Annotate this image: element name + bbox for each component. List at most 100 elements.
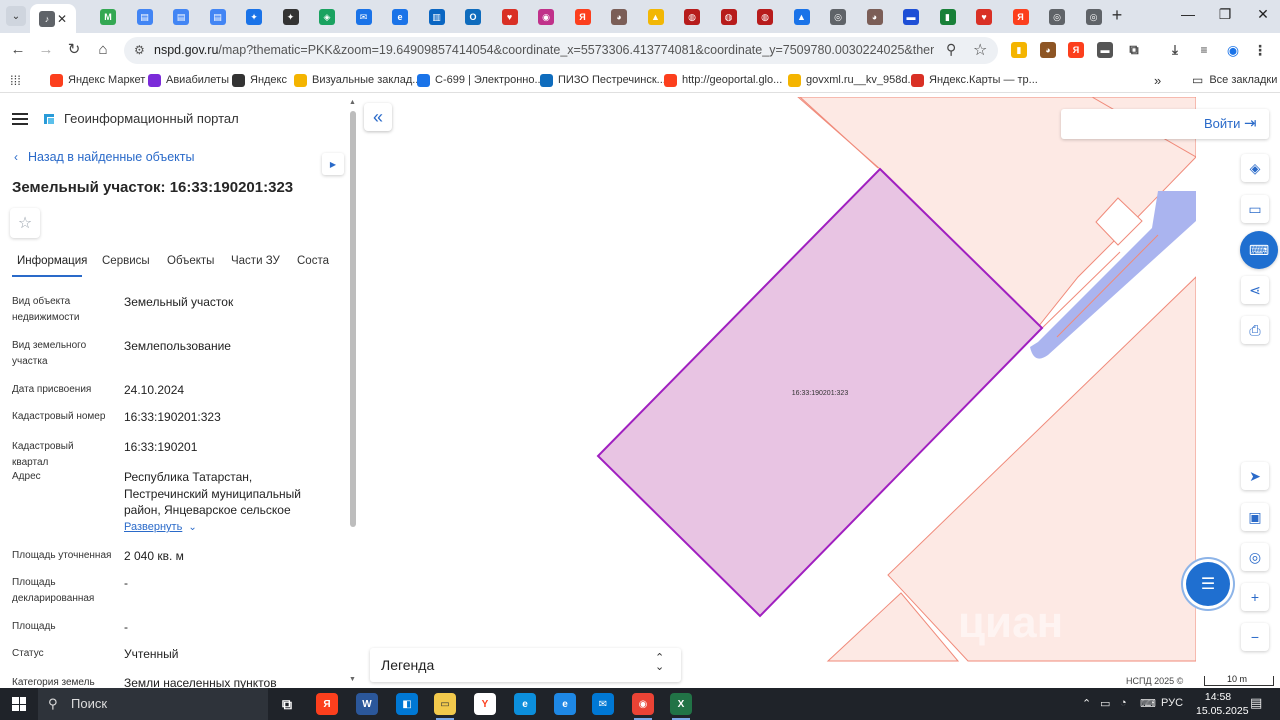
- browser-tab[interactable]: ◎: [820, 4, 856, 30]
- all-bookmarks-button[interactable]: ▭ Все закладки: [1192, 72, 1277, 88]
- browser-tab[interactable]: ▬: [893, 4, 929, 30]
- windows-start-icon[interactable]: [12, 697, 26, 711]
- extensions-puzzle-icon[interactable]: ⧉: [1126, 42, 1142, 58]
- minimap-icon[interactable]: ▣: [1241, 503, 1269, 531]
- explorer-app-icon[interactable]: ▭: [434, 693, 456, 720]
- tray-chevron-icon[interactable]: ⌃: [1082, 697, 1091, 710]
- close-window-button[interactable]: ✕: [1248, 6, 1278, 26]
- media-control-icon[interactable]: ≡: [1196, 42, 1212, 58]
- browser-tab[interactable]: ◍: [711, 4, 747, 30]
- collapse-panel-button[interactable]: «: [364, 103, 392, 131]
- tab-objects[interactable]: Объекты: [167, 255, 214, 267]
- browser-tab[interactable]: ◈: [309, 4, 345, 30]
- expand-legend-icon[interactable]: ⌃ ⌄: [655, 653, 664, 673]
- bookmark-item[interactable]: Яндекс.Карты — тр...: [911, 72, 1038, 88]
- profile-icon[interactable]: ◉: [1225, 42, 1241, 58]
- browser-tab[interactable]: ✉: [346, 4, 382, 30]
- more-bookmarks-chevron-icon[interactable]: »: [1154, 72, 1161, 88]
- tray-network-icon[interactable]: ▭: [1100, 697, 1110, 710]
- extension-bookmark-icon[interactable]: ▮: [1011, 42, 1027, 58]
- bookmark-item[interactable]: Авиабилеты: [148, 72, 229, 88]
- browser-tab[interactable]: ♪ ✕: [30, 4, 76, 33]
- download-icon[interactable]: ⤓: [1167, 42, 1183, 58]
- tab-parts[interactable]: Части ЗУ: [231, 255, 280, 267]
- excel-app-icon[interactable]: X: [670, 693, 692, 720]
- zoom-out-icon[interactable]: −: [1241, 623, 1269, 651]
- task-view-icon[interactable]: ⧉: [276, 693, 298, 715]
- back-icon[interactable]: ←: [8, 40, 28, 60]
- extension-yandex-icon[interactable]: Я: [1068, 42, 1084, 58]
- bookmark-item[interactable]: Яндекс Маркет: [50, 72, 145, 88]
- share-icon[interactable]: ⋖: [1241, 276, 1269, 304]
- minimize-button[interactable]: —: [1173, 6, 1203, 26]
- scroll-down-icon[interactable]: ▼: [349, 676, 356, 683]
- browser-tab[interactable]: ◎: [1039, 4, 1075, 30]
- browser-tab[interactable]: ◕: [601, 4, 637, 30]
- tab-services[interactable]: Сервисы: [102, 255, 150, 267]
- yandex-browser-icon[interactable]: Y: [474, 693, 496, 715]
- browser-tab[interactable]: ▲: [784, 4, 820, 30]
- tab-info[interactable]: Информация: [17, 255, 87, 267]
- scrollbar-thumb[interactable]: [350, 111, 356, 527]
- url-text[interactable]: nspd.gov.ru/map?thematic=PKK&zoom=19.649…: [154, 43, 934, 57]
- browser-tab[interactable]: ✦: [236, 4, 272, 30]
- panel-scrollbar[interactable]: ▲ ▼: [348, 97, 358, 688]
- browser-tab[interactable]: ◍: [674, 4, 710, 30]
- geolocation-icon[interactable]: ◎: [1241, 543, 1269, 571]
- edge-app-icon[interactable]: e: [514, 693, 536, 715]
- back-to-results-link[interactable]: ‹ Назад в найденные объекты: [14, 150, 194, 164]
- tab-search-button[interactable]: ⌄: [6, 6, 26, 26]
- map-canvas[interactable]: 16:33:190201:323 циан: [358, 97, 1196, 688]
- chat-icon[interactable]: ☰: [1186, 562, 1230, 606]
- bookmark-item[interactable]: С-699 | Электронно...: [417, 72, 544, 88]
- scroll-up-icon[interactable]: ▲: [349, 99, 356, 106]
- extension-avatar-icon[interactable]: ◕: [1040, 42, 1056, 58]
- layers-icon[interactable]: ◈: [1241, 154, 1269, 182]
- tray-language[interactable]: РУС: [1161, 697, 1183, 709]
- tab-composition[interactable]: Соста: [297, 255, 329, 267]
- tabs-scroll-right-button[interactable]: ▶: [322, 153, 344, 175]
- browser-tab[interactable]: ▥: [419, 4, 455, 30]
- browser-tab[interactable]: ▲: [638, 4, 674, 30]
- legend-panel[interactable]: Легенда ⌃ ⌄: [370, 648, 681, 682]
- browser-tab[interactable]: ◍: [747, 4, 783, 30]
- home-icon[interactable]: ⌂: [93, 40, 113, 60]
- tray-clock[interactable]: 14:58 15.05.2025: [1196, 690, 1249, 718]
- hamburger-menu-icon[interactable]: [12, 112, 28, 125]
- browser-tab[interactable]: ♥: [492, 4, 528, 30]
- bookmark-item[interactable]: ПИЗО Пестречинск...: [540, 72, 666, 88]
- browser-tab[interactable]: ▮: [930, 4, 966, 30]
- browser-tab[interactable]: ✦: [273, 4, 309, 30]
- tray-volume-icon[interactable]: ◔: [1120, 697, 1127, 709]
- browser-tab[interactable]: ◉: [528, 4, 564, 30]
- browser-tab[interactable]: M: [90, 4, 126, 30]
- bookmark-item[interactable]: http://geoportal.glo...: [664, 72, 782, 88]
- mail-app-icon[interactable]: ✉: [592, 693, 614, 715]
- favorite-star-icon[interactable]: ☆: [10, 208, 40, 238]
- maximize-button[interactable]: ❐: [1210, 6, 1240, 26]
- extension-hat-icon[interactable]: ▬: [1097, 42, 1113, 58]
- browser-tab[interactable]: Я: [565, 4, 601, 30]
- site-info-icon[interactable]: ⚙: [134, 43, 145, 57]
- ruler-icon[interactable]: ▭: [1241, 195, 1269, 223]
- browser-tab[interactable]: ▤: [163, 4, 199, 30]
- yandex-app-icon[interactable]: Я: [316, 693, 338, 715]
- browser-tab[interactable]: ▤: [127, 4, 163, 30]
- bookmark-item[interactable]: Яндекс: [232, 72, 287, 88]
- forward-icon[interactable]: →: [36, 40, 56, 60]
- word-app-icon[interactable]: W: [356, 693, 378, 715]
- identify-tool-icon[interactable]: ⌨: [1240, 231, 1278, 269]
- close-tab-icon[interactable]: ✕: [57, 12, 67, 26]
- tray-keyboard-icon[interactable]: ⌨: [1140, 697, 1156, 710]
- locate-icon[interactable]: ➤: [1241, 462, 1269, 490]
- browser-tab[interactable]: Я: [1003, 4, 1039, 30]
- login-button[interactable]: Войти ⇥: [1061, 109, 1269, 139]
- zoom-in-icon[interactable]: +: [1241, 583, 1269, 611]
- expand-address-link[interactable]: Развернуть ⌄: [124, 521, 197, 533]
- bookmark-item[interactable]: Визуальные заклад...: [294, 72, 421, 88]
- chrome-app-icon[interactable]: ◉: [632, 693, 654, 720]
- address-bar[interactable]: ⚙ nspd.gov.ru/map?thematic=PKK&zoom=19.6…: [124, 37, 998, 64]
- browser-tab[interactable]: ▤: [200, 4, 236, 30]
- ie-app-icon[interactable]: e: [554, 693, 576, 715]
- taskbar-search[interactable]: ⚲ Поиск: [38, 688, 268, 720]
